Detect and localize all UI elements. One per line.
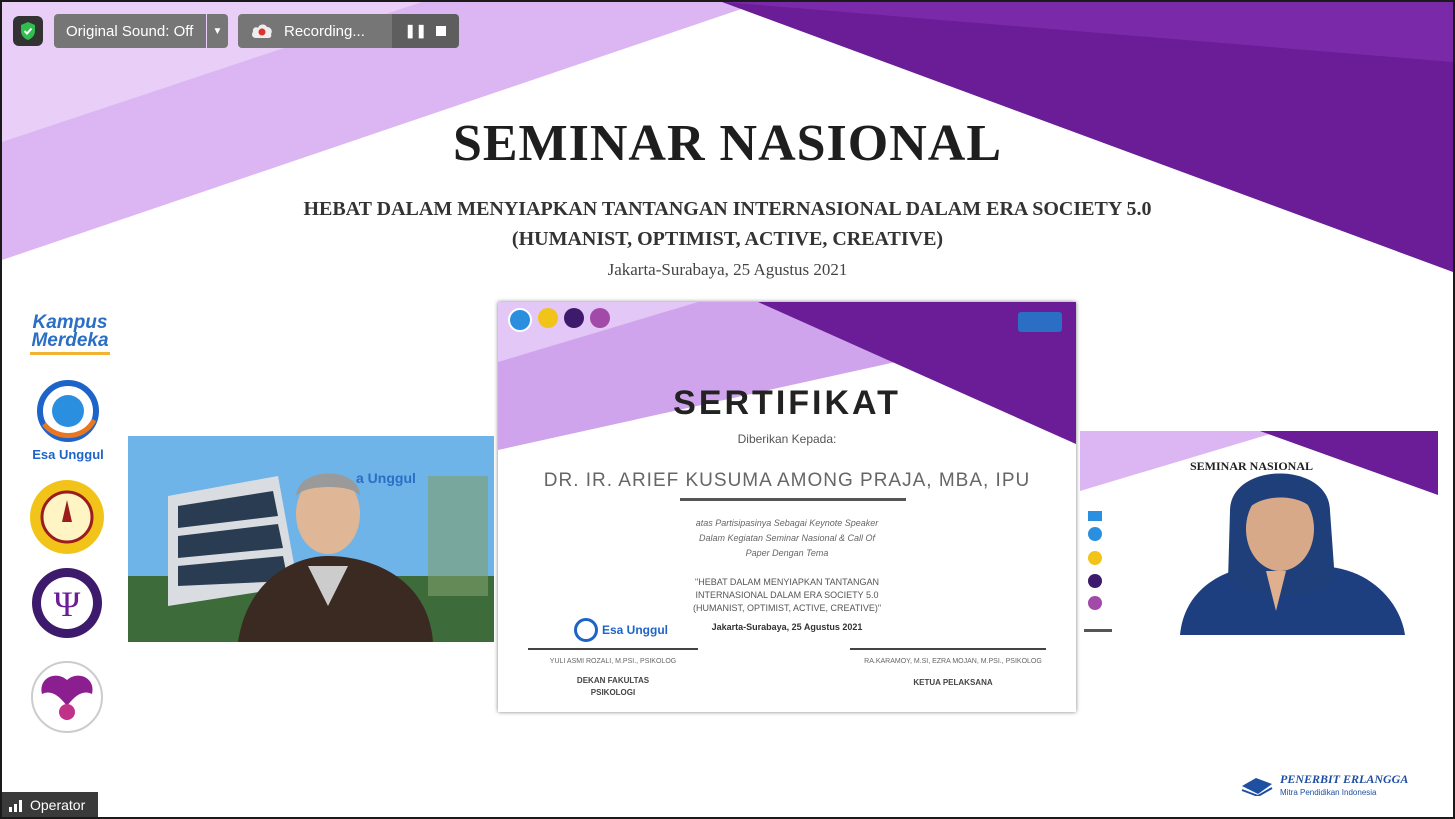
svg-text:Ψ: Ψ (54, 584, 81, 624)
psychology-small-icon (564, 308, 584, 328)
certificate-esa-unggul-logo: Esa Unggul (574, 618, 668, 642)
cloud-record-icon (252, 24, 272, 38)
original-sound-button[interactable]: Original Sound: Off (54, 14, 206, 48)
signal-bars-icon (9, 799, 22, 812)
shared-screen: Original Sound: Off ▼ Recording... ❚❚ SE… (2, 2, 1453, 817)
original-sound-label: Original Sound: Off (66, 22, 194, 40)
recording-label: Recording... (284, 22, 365, 40)
kampus-merdeka-logo: Kampus Merdeka (20, 313, 120, 355)
publisher-name: PENERBIT ERLANGGA (1280, 772, 1409, 786)
university-seal-icon (28, 478, 106, 561)
pause-icon[interactable]: ❚❚ (405, 23, 427, 39)
left-signatory-name: YULI ASMI ROZALI, M.PSI., PSIKOLOG (549, 658, 677, 665)
slide-title: SEMINAR NASIONAL (452, 115, 1003, 172)
participant-name: Operator (30, 796, 86, 813)
esa-unggul-small-icon (508, 308, 532, 332)
recipient-underline (680, 498, 906, 501)
original-sound-dropdown[interactable]: ▼ (207, 14, 228, 48)
certificate-theme: "HEBAT DALAM MENYIAPKAN TANTANGAN INTERN… (692, 577, 882, 613)
recording-indicator: Recording... (238, 14, 392, 48)
esa-unggul-logo: Esa Unggul (30, 380, 106, 462)
certificate-given-to: Diberikan Kepada: (737, 432, 837, 446)
right-signatory-role: KETUA PELAKSANA (913, 678, 993, 687)
publisher-logo: PENERBIT ERLANGGA Mitra Pendidikan Indon… (1240, 770, 1435, 800)
right-signatory-name: RA.KARAMOY, M.SI, EZRA MOJAN, M.PSI., PS… (864, 658, 1042, 665)
certificate: SERTIFIKAT Diberikan Kepada: DR. IR. ARI… (498, 302, 1076, 712)
speaker-video-tile[interactable]: a Unggul (128, 436, 494, 642)
slide-date: Jakarta-Surabaya, 25 Agustus 2021 (607, 260, 848, 279)
recording-controls: ❚❚ (392, 14, 459, 48)
stop-icon[interactable] (436, 26, 447, 36)
chevron-down-icon: ▼ (212, 25, 223, 37)
psychology-logo-icon: Ψ (30, 566, 104, 645)
slide-subtitle-line1: HEBAT DALAM MENYIAPKAN TANTANGAN INTERNA… (303, 198, 1152, 220)
security-shield-icon[interactable] (13, 16, 43, 46)
certificate-body: atas Partisipasinya Sebagai Keynote Spea… (695, 518, 879, 558)
moderator-video-tile[interactable]: SEMINAR NASIONAL (1080, 431, 1438, 635)
kampus-merdeka-small-icon (1018, 312, 1062, 332)
seal-small-icon (538, 308, 558, 328)
certificate-background (498, 302, 1076, 450)
speaker-video-frame (128, 436, 494, 642)
book-icon (1241, 778, 1273, 796)
moderator-slide-title: SEMINAR NASIONAL (1190, 459, 1314, 473)
speaker-background-text: a Unggul (356, 470, 416, 486)
left-signature-line (528, 648, 698, 650)
participant-name-label: Operator (2, 792, 98, 817)
left-signatory-role-line1: DEKAN FAKULTAS (576, 676, 650, 685)
right-signature-line (850, 648, 1046, 650)
publisher-tagline: Mitra Pendidikan Indonesia (1280, 788, 1377, 797)
certificate-recipient: DR. IR. ARIEF KUSUMA AMONG PRAJA, MBA, I… (543, 470, 1031, 491)
certificate-title: SERTIFIKAT (673, 384, 901, 422)
slide-subtitle-line2: (HUMANIST, OPTIMIST, ACTIVE, CREATIVE) (511, 228, 944, 250)
wings-small-icon (590, 308, 610, 328)
wings-emblem-icon (28, 660, 106, 739)
left-signatory-role-line2: PSIKOLOGI (590, 688, 636, 697)
esa-unggul-icon (574, 618, 598, 642)
certificate-logo-row (508, 308, 610, 332)
